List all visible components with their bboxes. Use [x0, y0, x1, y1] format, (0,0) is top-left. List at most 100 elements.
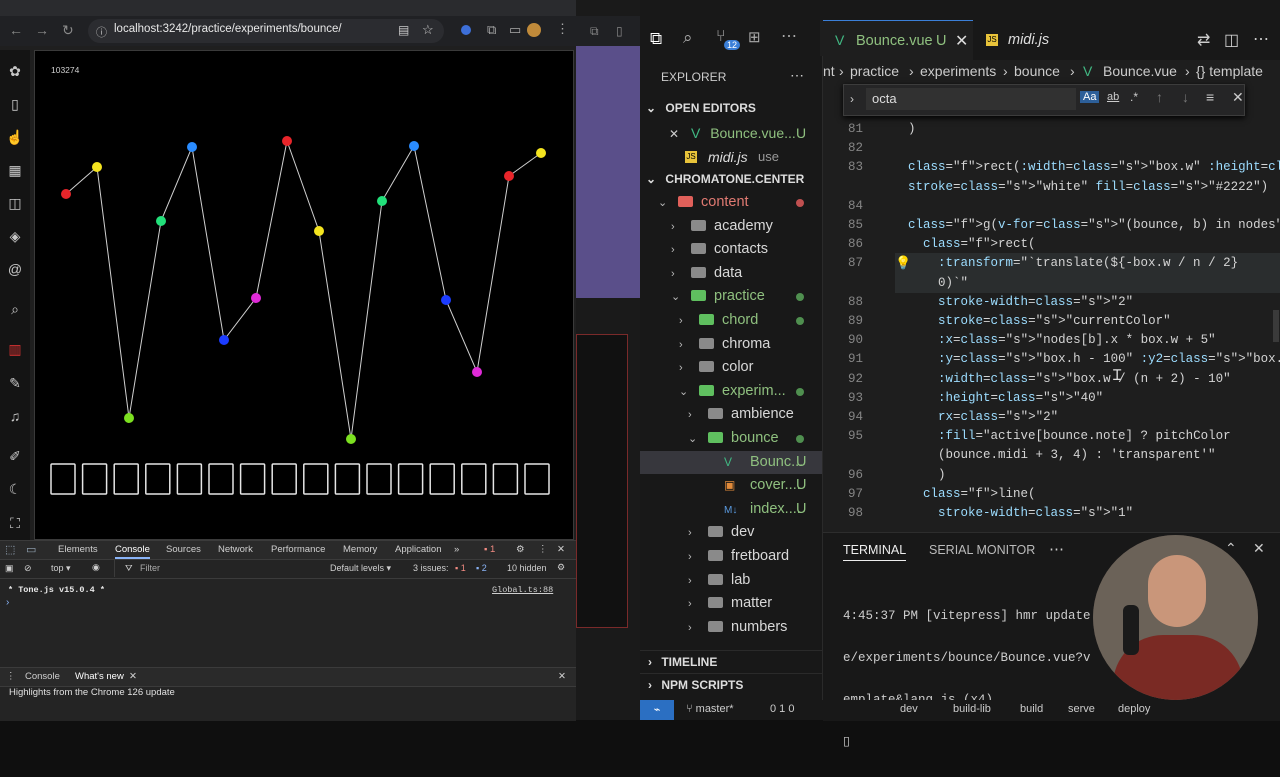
note-box[interactable] — [524, 463, 550, 495]
devtools-menu-icon[interactable]: ⋮ — [538, 541, 548, 559]
breadcrumb-item[interactable]: {} template — [1196, 63, 1263, 79]
device-toolbar-icon[interactable]: ▭ — [26, 543, 36, 556]
search-icon[interactable]: ⌕ — [4, 298, 26, 320]
feather-icon[interactable]: ✎ — [4, 372, 26, 394]
tree-item-experim[interactable]: ⌄ experim... — [640, 380, 822, 404]
note-box[interactable] — [461, 463, 487, 495]
moon-icon[interactable]: ☾ — [4, 478, 26, 500]
bounce-node[interactable] — [346, 434, 356, 444]
tree-item-content[interactable]: ⌄ content — [640, 191, 822, 215]
pointer-icon[interactable]: ☝ — [4, 126, 26, 148]
open-editor-bounce[interactable]: ✕ V Bounce.vue... U — [640, 121, 822, 145]
reload-icon[interactable]: ↻ — [62, 22, 74, 39]
more-tabs-icon[interactable]: » — [454, 541, 459, 559]
close-tab-icon[interactable]: ✕ — [955, 31, 968, 51]
tree-item-bounc[interactable]: V Bounc... U — [640, 450, 822, 475]
browser-menu-icon[interactable]: ⋮ — [556, 21, 569, 37]
console-settings-icon[interactable]: ⚙ — [557, 562, 565, 573]
settings-gear-icon[interactable]: ⚙ — [516, 541, 525, 559]
tab-bounce-vue[interactable]: V Bounce.vue U ✕ — [823, 20, 973, 61]
issues-error-count[interactable]: ▪ 1 — [455, 563, 466, 573]
tree-item-chroma[interactable]: › chroma — [640, 333, 822, 357]
bounce-node[interactable] — [504, 171, 514, 181]
sync-status[interactable]: 0 1 0 — [770, 703, 794, 715]
bounce-node[interactable] — [251, 293, 261, 303]
pen-icon[interactable]: ✐ — [4, 445, 26, 467]
bounce-node[interactable] — [92, 162, 102, 172]
code-area[interactable]: 💡 Ɪ 81 ) 82 83 class="f">rect(:width=class… — [823, 118, 1280, 530]
grid-icon[interactable]: ▦ — [4, 159, 26, 181]
tab-serial-monitor[interactable]: SERIAL MONITOR — [929, 543, 1035, 557]
next-match-icon[interactable]: ↓ — [1182, 89, 1189, 105]
tree-item-bounce[interactable]: ⌄ bounce — [640, 427, 822, 451]
bounce-node[interactable] — [219, 335, 229, 345]
bounce-node[interactable] — [377, 196, 387, 206]
drawer-tab-whats-new[interactable]: What's new — [75, 671, 124, 682]
extensions-puzzle-icon[interactable]: ⧉ — [487, 22, 496, 38]
note-box[interactable] — [145, 463, 171, 495]
tab-sources[interactable]: Sources — [166, 541, 201, 559]
regex-toggle[interactable]: .* — [1130, 90, 1138, 104]
sidebar-toggle-icon[interactable]: ▣ — [5, 563, 14, 574]
clear-console-icon[interactable]: ⊘ — [24, 563, 32, 574]
issues-info-count[interactable]: ▪ 2 — [476, 563, 487, 573]
bounce-node[interactable] — [472, 367, 482, 377]
tab-application[interactable]: Application — [395, 541, 441, 559]
tab-network[interactable]: Network — [218, 541, 253, 559]
script-deploy[interactable]: deploy — [1118, 703, 1150, 715]
note-box[interactable] — [113, 463, 139, 495]
bounce-node[interactable] — [124, 413, 134, 423]
branch-status[interactable]: ⑂ master* — [686, 703, 734, 715]
breadcrumb-item[interactable]: Bounce.vue — [1103, 63, 1177, 79]
note-box[interactable] — [366, 463, 392, 495]
editor-more-icon[interactable]: ⋯ — [1253, 29, 1269, 49]
tree-item-practice[interactable]: ⌄ practice — [640, 285, 822, 309]
tree-item-contacts[interactable]: › contacts — [640, 238, 822, 262]
panel-more-icon[interactable]: ⋯ — [1049, 540, 1064, 558]
breadcrumb-item[interactable]: experiments — [920, 63, 996, 79]
previous-match-icon[interactable]: ↑ — [1156, 89, 1163, 105]
script-build-lib[interactable]: build-lib — [953, 703, 991, 715]
find-input[interactable]: octa — [866, 88, 1076, 110]
at-icon[interactable]: @ — [4, 258, 26, 280]
piano-icon[interactable]: ▥ — [4, 338, 26, 360]
note-box[interactable] — [303, 463, 329, 495]
timeline-header[interactable]: › TIMELINE — [640, 650, 822, 673]
tree-item-color[interactable]: › color — [640, 356, 822, 380]
breadcrumb-item[interactable]: nt — [823, 63, 835, 79]
open-editor-midi[interactable]: JS midi.js use — [640, 145, 822, 169]
log-levels-select[interactable]: Default levels ▾ — [330, 563, 391, 574]
compare-icon[interactable]: ⇄ — [1197, 30, 1210, 50]
script-build[interactable]: build — [1020, 703, 1043, 715]
fullscreen-icon[interactable]: ⛶ — [4, 512, 26, 534]
close-tab-icon[interactable]: ✕ — [129, 671, 137, 682]
filter-input[interactable]: ⛛ Filter — [114, 560, 325, 577]
whole-word-toggle[interactable]: ab — [1107, 91, 1119, 103]
log-source-link[interactable]: Global.ts:88 — [492, 585, 553, 595]
note-box[interactable] — [176, 463, 203, 495]
remote-indicator-icon[interactable]: ⌁ — [640, 700, 674, 720]
tab-performance[interactable]: Performance — [271, 541, 325, 559]
extension-icon[interactable] — [461, 25, 471, 35]
tree-item-data[interactable]: › data — [640, 262, 822, 286]
console-output[interactable]: * Tone.js v15.0.4 * Global.ts:88 › — [0, 579, 576, 669]
tree-item-lab[interactable]: › lab — [640, 569, 822, 593]
close-devtools-icon[interactable]: ✕ — [557, 541, 565, 559]
bounce-node[interactable] — [441, 295, 451, 305]
tab-terminal[interactable]: TERMINAL — [843, 543, 907, 561]
back-icon[interactable]: ← — [9, 22, 23, 38]
extensions-icon[interactable]: ⊞ — [748, 28, 761, 46]
script-serve[interactable]: serve — [1068, 703, 1095, 715]
tree-item-fretboard[interactable]: › fretboard — [640, 545, 822, 569]
profile-avatar[interactable] — [527, 23, 541, 37]
tree-item-ambience[interactable]: › ambience — [640, 403, 822, 427]
more-actions-icon[interactable]: ⋯ — [781, 26, 797, 46]
sidepanel-icon[interactable]: ▭ — [509, 22, 521, 38]
issues-label[interactable]: 3 issues: — [413, 563, 449, 573]
npm-scripts-header[interactable]: › NPM SCRIPTS — [640, 673, 822, 696]
tree-item-matter[interactable]: › matter — [640, 592, 822, 616]
bounce-canvas[interactable]: 103274 — [34, 50, 574, 540]
eye-icon[interactable]: ◉ — [92, 562, 100, 573]
note-box[interactable] — [429, 463, 455, 495]
bounce-node[interactable] — [409, 141, 419, 151]
